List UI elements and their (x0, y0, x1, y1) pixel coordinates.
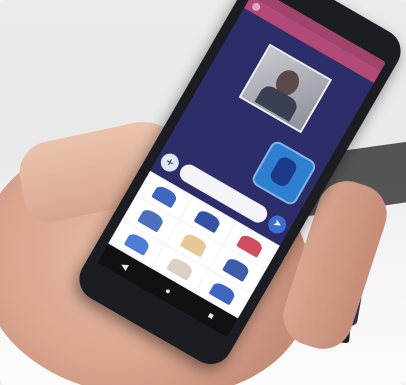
nav-back-icon[interactable]: ◀ (119, 259, 130, 272)
nav-home-icon[interactable]: ● (163, 285, 173, 296)
sent-sticker-message[interactable] (249, 138, 319, 208)
nav-recents-icon[interactable]: ■ (206, 310, 216, 321)
add-icon[interactable]: + (157, 150, 183, 175)
sticker-figure-icon (267, 154, 300, 189)
received-photo-message[interactable] (238, 43, 333, 134)
back-icon[interactable] (250, 1, 262, 13)
photo-scene: + ➤ ◀ ● ■ (0, 0, 406, 385)
send-icon[interactable]: ➤ (264, 212, 290, 237)
